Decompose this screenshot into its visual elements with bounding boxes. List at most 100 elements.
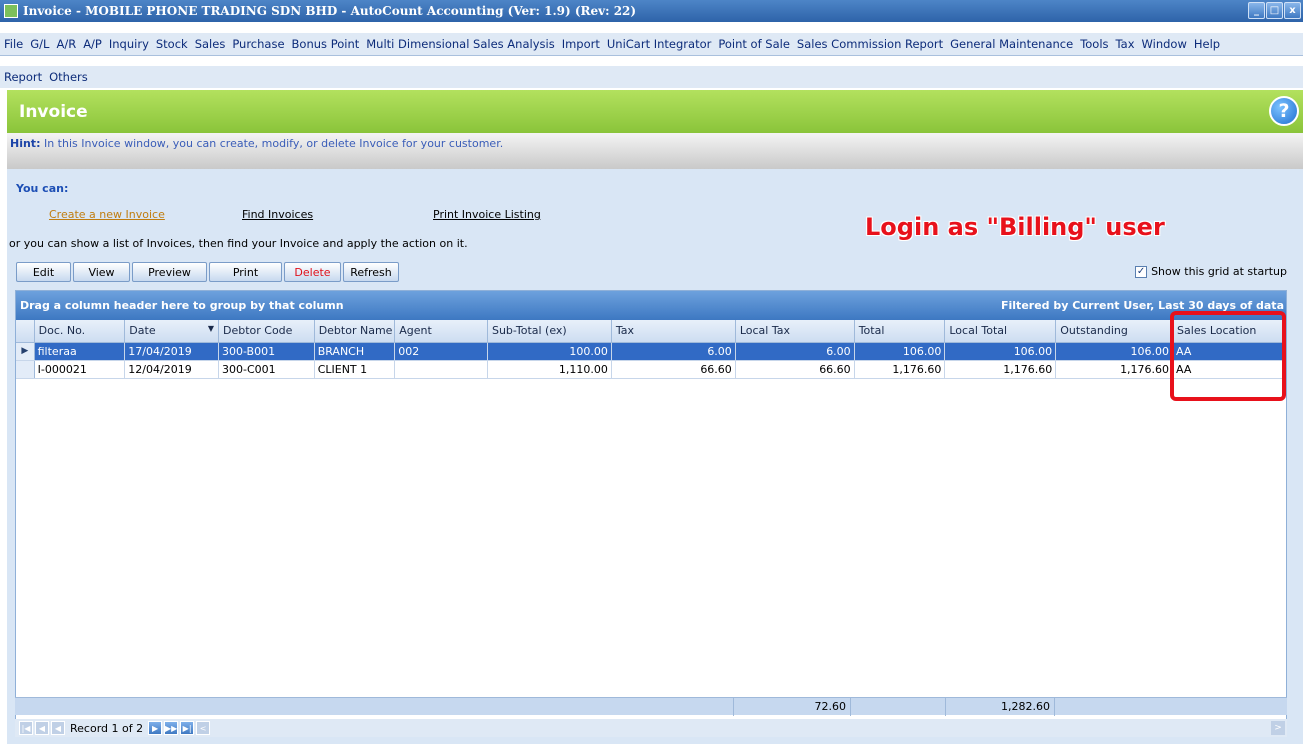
cell-agent[interactable]: 002 xyxy=(394,342,488,361)
window-title: Invoice - MOBILE PHONE TRADING SDN BHD -… xyxy=(23,4,637,18)
cell-local-total[interactable]: 106.00 xyxy=(944,342,1057,361)
menu-point-of-sale[interactable]: Point of Sale xyxy=(718,37,790,51)
scroll-left-icon[interactable]: < xyxy=(196,721,211,735)
you-can-label: You can: xyxy=(16,182,69,195)
startup-checkbox[interactable]: ✓ xyxy=(1135,265,1148,278)
cell-doc-no[interactable]: filteraa xyxy=(34,342,126,361)
cell-local-total[interactable]: 1,176.60 xyxy=(944,360,1057,379)
col-doc-no[interactable]: Doc. No. xyxy=(34,320,126,343)
cell-debtor-code[interactable]: 300-C001 xyxy=(218,360,315,379)
hint-panel: Hint: In this Invoice window, you can cr… xyxy=(7,133,1303,169)
show-grid-startup: ✓ Show this grid at startup xyxy=(1135,265,1287,278)
col-total[interactable]: Total xyxy=(854,320,946,343)
close-button[interactable]: x xyxy=(1284,2,1301,19)
preview-button[interactable]: Preview xyxy=(132,262,207,282)
prev-page-icon[interactable]: ◀ xyxy=(35,721,49,735)
menu-ar[interactable]: A/R xyxy=(56,37,76,51)
app-icon xyxy=(4,4,18,18)
row-indicator xyxy=(16,360,35,379)
group-by-panel[interactable]: Drag a column header here to group by th… xyxy=(16,291,1286,320)
table-row[interactable]: ▶ filteraa 17/04/2019 300-B001 BRANCH 00… xyxy=(16,342,1286,361)
edit-button[interactable]: Edit xyxy=(16,262,71,282)
menu-general-maintenance[interactable]: General Maintenance xyxy=(950,37,1073,51)
menu-sales[interactable]: Sales xyxy=(195,37,226,51)
cell-debtor-code[interactable]: 300-B001 xyxy=(218,342,315,361)
menu-others[interactable]: Others xyxy=(49,70,88,84)
invoice-grid: Drag a column header here to group by th… xyxy=(15,290,1287,736)
cell-agent[interactable] xyxy=(394,360,488,379)
local-tax-summary: 72.60 xyxy=(733,698,851,716)
col-date-label: Date xyxy=(129,324,156,338)
cell-local-tax[interactable]: 66.60 xyxy=(735,360,855,379)
menu-file[interactable]: File xyxy=(4,37,23,51)
col-date[interactable]: Date ▼ xyxy=(124,320,219,343)
minimize-button[interactable]: _ xyxy=(1248,2,1265,19)
col-debtor-code[interactable]: Debtor Code xyxy=(218,320,315,343)
next-page-icon[interactable]: ▶▶ xyxy=(164,721,179,735)
cell-tax[interactable]: 66.60 xyxy=(611,360,736,379)
cell-outstanding[interactable]: 1,176.60 xyxy=(1055,360,1174,379)
col-agent[interactable]: Agent xyxy=(394,320,488,343)
group-by-hint: Drag a column header here to group by th… xyxy=(20,299,344,312)
table-row[interactable]: I-000021 12/04/2019 300-C001 CLIENT 1 1,… xyxy=(16,360,1286,379)
menu-sales-commission[interactable]: Sales Commission Report xyxy=(797,37,943,51)
first-record-icon[interactable]: |◀ xyxy=(19,721,33,735)
refresh-button[interactable]: Refresh xyxy=(343,262,399,282)
scroll-right-icon[interactable]: > xyxy=(1271,721,1285,735)
col-outstanding[interactable]: Outstanding xyxy=(1055,320,1174,343)
cell-subtotal[interactable]: 1,110.00 xyxy=(487,360,612,379)
menu-gl[interactable]: G/L xyxy=(30,37,49,51)
menu-stock[interactable]: Stock xyxy=(156,37,188,51)
menu-help[interactable]: Help xyxy=(1194,37,1220,51)
col-subtotal[interactable]: Sub-Total (ex) xyxy=(487,320,612,343)
menu-window[interactable]: Window xyxy=(1142,37,1187,51)
col-debtor-name[interactable]: Debtor Name xyxy=(314,320,396,343)
menu-unicart[interactable]: UniCart Integrator xyxy=(607,37,711,51)
menu-report[interactable]: Report xyxy=(4,70,42,84)
col-local-total[interactable]: Local Total xyxy=(944,320,1057,343)
menu-import[interactable]: Import xyxy=(562,37,600,51)
secondary-menu-bar: Report Others xyxy=(0,66,1303,88)
cell-total[interactable]: 1,176.60 xyxy=(854,360,946,379)
sales-location-highlight xyxy=(1170,311,1286,401)
main-menu-bar: File G/L A/R A/P Inquiry Stock Sales Pur… xyxy=(0,33,1303,55)
view-button[interactable]: View xyxy=(73,262,130,282)
record-navigator: |◀ ◀ ◀ Record 1 of 2 ▶ ▶▶ ▶| < > xyxy=(15,719,1287,737)
menu-ap[interactable]: A/P xyxy=(83,37,102,51)
cell-date[interactable]: 17/04/2019 xyxy=(124,342,219,361)
cell-local-tax[interactable]: 6.00 xyxy=(735,342,855,361)
cell-subtotal[interactable]: 100.00 xyxy=(487,342,612,361)
print-listing-link[interactable]: Print Invoice Listing xyxy=(433,208,541,221)
col-local-tax[interactable]: Local Tax xyxy=(735,320,855,343)
maximize-button[interactable]: □ xyxy=(1266,2,1283,19)
page-header: Invoice ? xyxy=(7,90,1303,133)
menu-purchase[interactable]: Purchase xyxy=(232,37,284,51)
menu-tools[interactable]: Tools xyxy=(1080,37,1108,51)
create-invoice-link[interactable]: Create a new Invoice xyxy=(49,208,165,221)
cell-date[interactable]: 12/04/2019 xyxy=(124,360,219,379)
cell-outstanding[interactable]: 106.00 xyxy=(1055,342,1174,361)
menu-separator xyxy=(0,55,1303,56)
cell-total[interactable]: 106.00 xyxy=(854,342,946,361)
next-record-icon[interactable]: ▶ xyxy=(148,721,163,735)
row-indicator-header xyxy=(16,320,35,343)
instruction-text: or you can show a list of Invoices, then… xyxy=(9,237,468,250)
cell-tax[interactable]: 6.00 xyxy=(611,342,736,361)
grid-summary-footer: 72.60 1,282.60 xyxy=(15,697,1287,716)
menu-inquiry[interactable]: Inquiry xyxy=(109,37,149,51)
delete-button[interactable]: Delete xyxy=(284,262,341,282)
cell-doc-no[interactable]: I-000021 xyxy=(34,360,126,379)
menu-multi-dimensional[interactable]: Multi Dimensional Sales Analysis xyxy=(366,37,554,51)
col-tax[interactable]: Tax xyxy=(611,320,736,343)
sort-desc-icon: ▼ xyxy=(207,324,214,334)
print-button[interactable]: Print xyxy=(209,262,282,282)
cell-debtor-name[interactable]: CLIENT 1 xyxy=(314,360,396,379)
menu-bonus-point[interactable]: Bonus Point xyxy=(292,37,360,51)
find-invoices-link[interactable]: Find Invoices xyxy=(242,208,313,221)
help-icon[interactable]: ? xyxy=(1269,96,1299,126)
menu-tax[interactable]: Tax xyxy=(1116,37,1135,51)
cell-debtor-name[interactable]: BRANCH xyxy=(314,342,396,361)
page-title: Invoice xyxy=(19,101,88,122)
last-record-icon[interactable]: ▶| xyxy=(180,721,195,735)
prev-record-icon[interactable]: ◀ xyxy=(51,721,65,735)
